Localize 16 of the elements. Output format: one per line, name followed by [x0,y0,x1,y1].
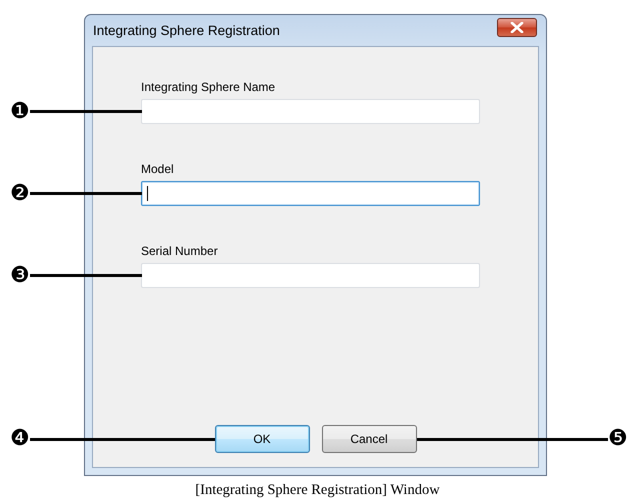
text-cursor [147,186,148,201]
field-label: Model [141,162,175,176]
callout-number: ❷ [10,182,30,206]
close-icon [510,22,524,33]
window-title: Integrating Sphere Registration [93,23,280,38]
cancel-button[interactable]: Cancel [322,425,416,453]
callout-number: ❹ [10,427,30,451]
close-button[interactable] [497,18,537,37]
callout-number: ❺ [608,427,628,451]
input-field[interactable] [141,181,480,206]
callout-number: ❸ [10,264,30,288]
callout-number: ❶ [10,100,30,124]
field-label: Serial Number [141,244,219,258]
ok-button[interactable]: OK [214,425,310,453]
field-label: Integrating Sphere Name [141,80,276,94]
figure-caption: [Integrating Sphere Registration] Window [194,482,441,499]
